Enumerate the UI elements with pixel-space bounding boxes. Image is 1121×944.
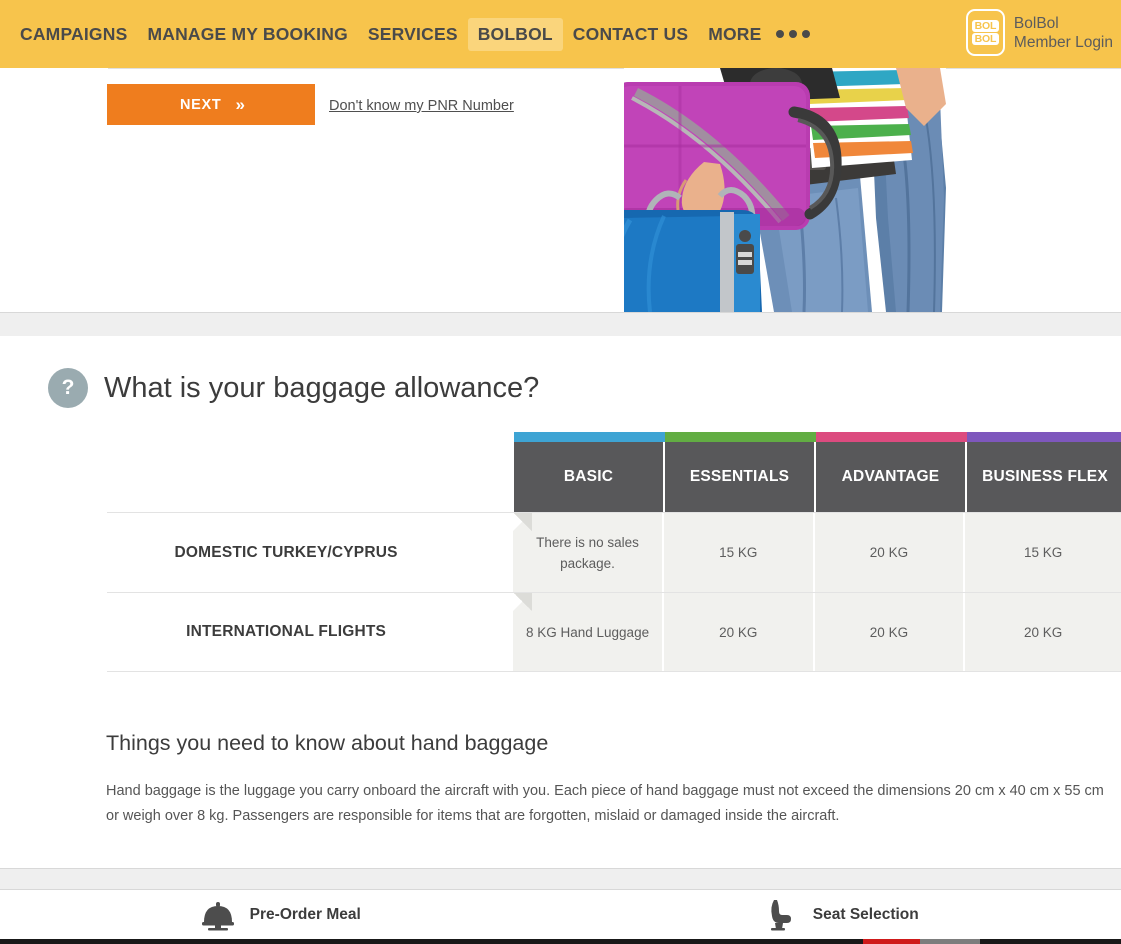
table-column-basic: BASIC [514,432,665,512]
column-accent-bar-essentials [665,432,816,442]
meal-dome-icon [201,901,234,930]
cell-international-advantage: 20 KG [814,593,966,671]
nav-item-manage-my-booking[interactable]: MANAGE MY BOOKING [137,18,357,51]
table-column-advantage: ADVANTAGE [816,432,967,512]
double-chevron-right-icon: » [235,94,246,114]
question-mark-icon: ? [48,368,88,408]
table-row: INTERNATIONAL FLIGHTS 8 KG Hand Luggage … [107,592,1121,672]
tab-pre-order-meal[interactable]: Pre-Order Meal [0,890,561,939]
nav-links: CAMPAIGNS MANAGE MY BOOKING SERVICES BOL… [10,17,820,51]
table-row: DOMESTIC TURKEY/CYPRUS There is no sales… [107,512,1121,592]
nav-item-campaigns[interactable]: CAMPAIGNS [10,18,137,51]
cell-international-business-flex: 20 KG [965,593,1121,671]
column-accent-bar-basic [514,432,665,442]
footer-separator-band [0,868,1121,890]
nav-item-bolbol[interactable]: BOLBOL [467,17,563,51]
cell-domestic-essentials: 15 KG [663,513,815,592]
hand-baggage-info-title: Things you need to know about hand bagga… [106,731,549,755]
member-line-1: BolBol [1013,14,1059,32]
column-header-label: BUSINESS FLEX [967,442,1121,512]
next-button[interactable]: NEXT » [107,84,315,125]
top-navigation-bar: CAMPAIGNS MANAGE MY BOOKING SERVICES BOL… [0,0,1121,68]
member-login-button[interactable]: BOL BOL BolBol Member Login [965,9,1113,56]
tab-label: Seat Selection [812,905,919,923]
logo-line-1: BOL [971,20,1000,32]
cell-international-basic: 8 KG Hand Luggage [513,593,664,671]
column-header-label: BASIC [514,442,665,512]
cell-domestic-business-flex: 15 KG [965,513,1121,592]
nav-item-more[interactable]: MORE [698,18,771,51]
seat-icon [770,899,791,930]
hand-baggage-info-body: Hand baggage is the luggage you carry on… [106,783,1104,824]
table-body: DOMESTIC TURKEY/CYPRUS There is no sales… [107,512,1121,672]
table-column-essentials: ESSENTIALS [665,432,816,512]
cell-international-essentials: 20 KG [663,593,815,671]
bolbol-logo-icon: BOL BOL [965,9,1005,56]
hero-top-divider [108,68,1121,69]
page-title: What is your baggage allowance? [104,371,540,404]
tab-label: Pre-Order Meal [249,905,361,923]
table-column-business-flex: BUSINESS FLEX [967,432,1121,512]
column-accent-bar-advantage [816,432,967,442]
next-button-label: NEXT [180,96,222,113]
column-header-label: ADVANTAGE [816,442,967,512]
baggage-question-header: ? What is your baggage allowance? [48,368,539,408]
table-header-row: BASIC ESSENTIALS ADVANTAGE BUSINESS FLEX [514,432,1121,512]
bottom-progress-strip[interactable] [0,939,1121,944]
cell-domestic-basic: There is no sales package. [513,513,664,592]
logo-line-2: BOL [971,33,1000,45]
pnr-help-link[interactable]: Don't know my PNR Number [329,98,514,114]
row-label-domestic: DOMESTIC TURKEY/CYPRUS [174,543,398,561]
column-header-label: ESSENTIALS [665,442,816,512]
traveller-with-luggage-image [624,68,946,312]
member-login-text: BolBol Member Login [1014,14,1113,52]
cell-domestic-advantage: 20 KG [814,513,966,592]
ellipsis-icon[interactable] [775,30,820,38]
nav-item-services[interactable]: SERVICES [358,18,468,51]
section-divider-band [0,312,1121,336]
progress-played-segment [863,939,920,944]
footer-service-tabs: Pre-Order Meal Seat Selection [0,890,1121,939]
progress-buffered-segment [920,939,980,944]
tab-seat-selection[interactable]: Seat Selection [561,890,1121,939]
row-label-international: INTERNATIONAL FLIGHTS [186,623,387,640]
nav-item-contact-us[interactable]: CONTACT US [563,18,698,51]
baggage-allowance-section: ? What is your baggage allowance? BASIC … [0,336,1121,868]
hero-section: NEXT » Don't know my PNR Number [0,68,1121,312]
member-line-2: Member Login [1013,33,1113,51]
column-accent-bar-business-flex [967,432,1121,442]
